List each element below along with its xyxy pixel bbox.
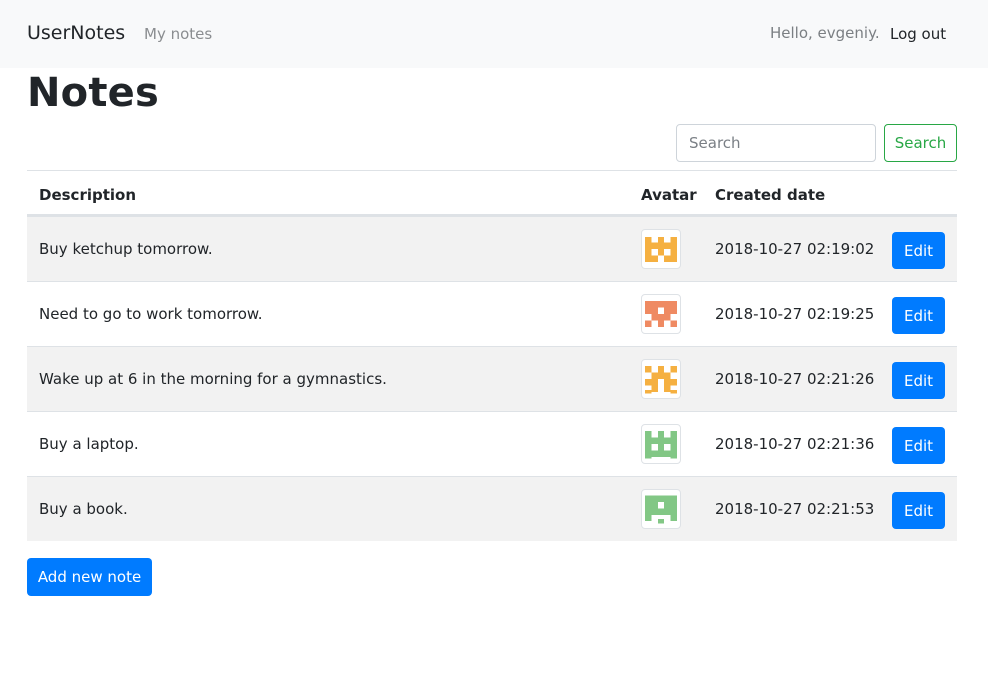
table-row: Buy ketchup tomorrow. 2018-10-27 02:19:0… [27,216,957,281]
note-description: Need to go to work tomorrow. [39,305,263,323]
add-new-note-button[interactable]: Add new note [27,558,152,596]
page-title: Notes [27,70,160,116]
edit-button[interactable]: Edit [892,362,945,399]
search-button[interactable]: Search [884,124,957,162]
edit-button[interactable]: Edit [892,297,945,334]
created-date: 2018-10-27 02:19:25 [715,305,875,323]
avatar [641,294,681,334]
table-row: Need to go to work tomorrow. 2018-10-27 … [27,281,957,346]
identicon-icon [645,431,677,459]
identicon-icon [645,301,677,327]
created-date: 2018-10-27 02:21:36 [715,435,875,453]
note-description: Buy a book. [39,500,128,518]
edit-button[interactable]: Edit [892,492,945,529]
table-row: Wake up at 6 in the morning for a gymnas… [27,346,957,411]
note-description: Wake up at 6 in the morning for a gymnas… [39,370,387,388]
table-row: Buy a laptop. 2018-10-27 02:21:36 Edit [27,411,957,476]
note-description: Buy ketchup tomorrow. [39,240,213,258]
created-date: 2018-10-27 02:19:02 [715,240,875,258]
avatar [641,359,681,399]
table-row: Buy a book. 2018-10-27 02:21:53 Edit [27,476,957,541]
header-created-date: Created date [715,186,826,204]
created-date: 2018-10-27 02:21:53 [715,500,875,518]
created-date: 2018-10-27 02:21:26 [715,370,875,388]
nav-my-notes[interactable]: My notes [144,25,212,43]
identicon-icon [645,495,677,524]
header-description: Description [39,186,137,204]
logout-link[interactable]: Log out [890,25,946,43]
avatar [641,489,681,529]
edit-button[interactable]: Edit [892,427,945,464]
user-greeting: Hello, evgeniy. [770,24,880,42]
navbar: UserNotes My notes Hello, evgeniy. Log o… [0,0,988,68]
notes-table: Description Avatar Created date Buy ketc… [27,170,957,541]
note-description: Buy a laptop. [39,435,139,453]
avatar [641,229,681,269]
identicon-icon [645,366,677,394]
table-header: Description Avatar Created date [27,171,957,216]
avatar [641,424,681,464]
edit-button[interactable]: Edit [892,232,945,269]
identicon-icon [645,236,677,262]
header-avatar: Avatar [641,186,697,204]
search-input[interactable] [676,124,876,162]
brand-link[interactable]: UserNotes [27,22,125,44]
